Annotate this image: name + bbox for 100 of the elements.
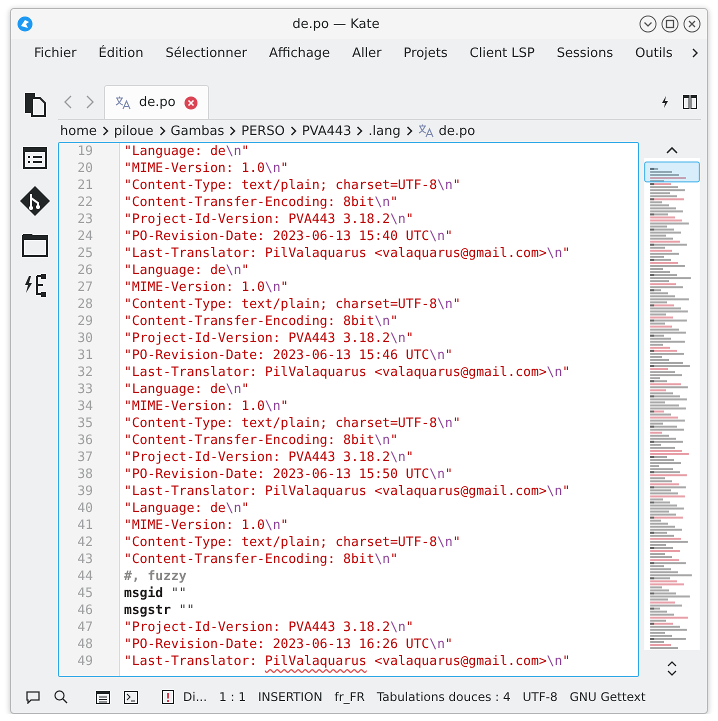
code-line: "Project-Id-Version: PVA443 3.18.2\n" bbox=[124, 211, 415, 228]
line-number: 22 bbox=[77, 194, 94, 211]
line-number: 34 bbox=[77, 398, 94, 415]
code-line: "MIME-Version: 1.0\n" bbox=[124, 160, 290, 177]
document-list-icon[interactable] bbox=[96, 690, 110, 704]
line-number: 20 bbox=[77, 160, 94, 177]
split-view-icon[interactable] bbox=[683, 95, 697, 109]
close-tab-icon[interactable] bbox=[184, 96, 198, 110]
line-number: 47 bbox=[77, 619, 94, 636]
line-number: 33 bbox=[77, 381, 94, 398]
line-number: 38 bbox=[77, 466, 94, 483]
close-button[interactable] bbox=[683, 15, 701, 33]
lsp-symbols-icon[interactable] bbox=[22, 273, 46, 297]
line-number: 42 bbox=[77, 534, 94, 551]
code-line: "Language: de\n" bbox=[124, 500, 250, 517]
code-line: "Last-Translator: PilValaquarus <valaquarus@gmail.com>\n" bbox=[124, 653, 572, 670]
code-line: "Project-Id-Version: PVA443 3.18.2\n" bbox=[124, 449, 415, 466]
encoding-setting[interactable]: UTF-8 bbox=[516, 690, 564, 704]
code-line: "MIME-Version: 1.0\n" bbox=[124, 279, 290, 296]
code-line: "Language: de\n" bbox=[124, 143, 250, 160]
chevron-right-icon[interactable] bbox=[691, 48, 699, 58]
line-number: 30 bbox=[77, 330, 94, 347]
chevron-right-icon bbox=[290, 126, 297, 136]
code-line: msgstr "" bbox=[124, 602, 196, 619]
line-number: 44 bbox=[77, 568, 94, 585]
diagnostics-label[interactable]: Di... bbox=[181, 690, 214, 704]
code-line: "Content-Transfer-Encoding: 8bit\n" bbox=[124, 313, 399, 330]
menu-item[interactable]: Outils bbox=[624, 46, 684, 60]
code-line: "Last-Translator: PilValaquarus <valaquarus@gmail.com>\n" bbox=[124, 245, 572, 262]
breadcrumb-item[interactable]: piloue bbox=[114, 124, 154, 138]
cursor-position[interactable]: 1 : 1 bbox=[213, 690, 252, 704]
line-number: 23 bbox=[77, 211, 94, 228]
syntax-mode[interactable]: GNU Gettext bbox=[564, 690, 652, 704]
line-number: 35 bbox=[77, 415, 94, 432]
scroll-up-icon[interactable] bbox=[667, 660, 677, 668]
breadcrumb-item[interactable]: PERSO bbox=[241, 124, 285, 138]
line-number: 36 bbox=[77, 432, 94, 449]
code-line: "Content-Transfer-Encoding: 8bit\n" bbox=[124, 194, 399, 211]
app-icon bbox=[17, 16, 33, 32]
code-line: msgid "" bbox=[124, 585, 188, 602]
code-line: "Language: de\n" bbox=[124, 381, 250, 398]
code-line: "Content-Type: text/plain; charset=UTF-8\n" bbox=[124, 415, 462, 432]
search-icon[interactable] bbox=[54, 690, 68, 704]
scroll-up-icon[interactable] bbox=[666, 146, 678, 154]
translate-icon bbox=[115, 96, 131, 110]
line-number: 24 bbox=[77, 228, 94, 245]
line-number: 49 bbox=[77, 653, 94, 670]
dictionary-language[interactable]: fr_FR bbox=[328, 690, 371, 704]
minimize-button[interactable] bbox=[639, 15, 657, 33]
breadcrumb-item[interactable]: PVA443 bbox=[302, 124, 352, 138]
window-title: de.po — Kate bbox=[291, 16, 381, 32]
line-number: 29 bbox=[77, 313, 94, 330]
menu-item[interactable]: Projets bbox=[392, 46, 459, 60]
input-mode[interactable]: INSERTION bbox=[252, 690, 328, 704]
line-number: 39 bbox=[77, 483, 94, 500]
chevron-right-icon bbox=[406, 126, 413, 136]
code-line: "Content-Transfer-Encoding: 8bit\n" bbox=[124, 551, 399, 568]
chevron-right-icon bbox=[229, 126, 236, 136]
lightning-icon[interactable] bbox=[661, 96, 669, 108]
line-number: 21 bbox=[77, 177, 94, 194]
scroll-down-icon[interactable] bbox=[667, 670, 677, 677]
comment-icon[interactable] bbox=[26, 690, 40, 704]
translate-icon bbox=[418, 124, 434, 138]
breadcrumb-item[interactable]: Gambas bbox=[170, 124, 224, 138]
code-line: "PO-Revision-Date: 2023-06-13 15:46 UTC\n" bbox=[124, 347, 454, 364]
line-number: 45 bbox=[77, 585, 94, 602]
line-number: 48 bbox=[77, 636, 94, 653]
folder-icon[interactable] bbox=[22, 233, 48, 257]
indentation-setting[interactable]: Tabulations douces : 4 bbox=[370, 690, 517, 704]
menu-item[interactable]: Client LSP bbox=[458, 46, 546, 60]
git-icon[interactable] bbox=[18, 185, 50, 217]
code-line: "MIME-Version: 1.0\n" bbox=[124, 517, 290, 534]
menu-item[interactable]: Sessions bbox=[546, 46, 624, 60]
breadcrumb-item[interactable]: de.po bbox=[438, 124, 476, 138]
code-line: "PO-Revision-Date: 2023-06-13 16:26 UTC\n" bbox=[124, 636, 454, 653]
breadcrumb-item[interactable]: .lang bbox=[368, 124, 401, 138]
line-number: 28 bbox=[77, 296, 94, 313]
line-number: 32 bbox=[77, 364, 94, 381]
menu-item[interactable]: Aller bbox=[341, 46, 393, 60]
code-line: "PO-Revision-Date: 2023-06-13 15:50 UTC\n" bbox=[124, 466, 454, 483]
documents-icon[interactable] bbox=[22, 91, 46, 117]
line-number: 41 bbox=[77, 517, 94, 534]
line-number: 31 bbox=[77, 347, 94, 364]
menu-item[interactable]: Fichier bbox=[23, 46, 88, 60]
line-number: 19 bbox=[77, 143, 94, 160]
menu-item[interactable]: Affichage bbox=[258, 46, 342, 60]
breadcrumb-item[interactable]: home bbox=[60, 124, 97, 138]
code-line: "Content-Transfer-Encoding: 8bit\n" bbox=[124, 432, 399, 449]
error-icon[interactable] bbox=[162, 690, 174, 704]
menu-item[interactable]: Édition bbox=[88, 46, 154, 60]
line-number: 40 bbox=[77, 500, 94, 517]
code-line: "Project-Id-Version: PVA443 3.18.2\n" bbox=[124, 330, 415, 347]
line-number: 25 bbox=[77, 245, 94, 262]
code-line: "Last-Translator: PilValaquarus <valaquarus@gmail.com>\n" bbox=[124, 364, 572, 381]
list-icon[interactable] bbox=[22, 147, 46, 169]
menu-item[interactable]: Sélectionner bbox=[154, 46, 258, 60]
document-tab[interactable]: de.po bbox=[104, 85, 209, 119]
chevron-right-icon bbox=[158, 126, 166, 136]
maximize-button[interactable] bbox=[661, 15, 679, 33]
terminal-icon[interactable] bbox=[124, 690, 138, 704]
